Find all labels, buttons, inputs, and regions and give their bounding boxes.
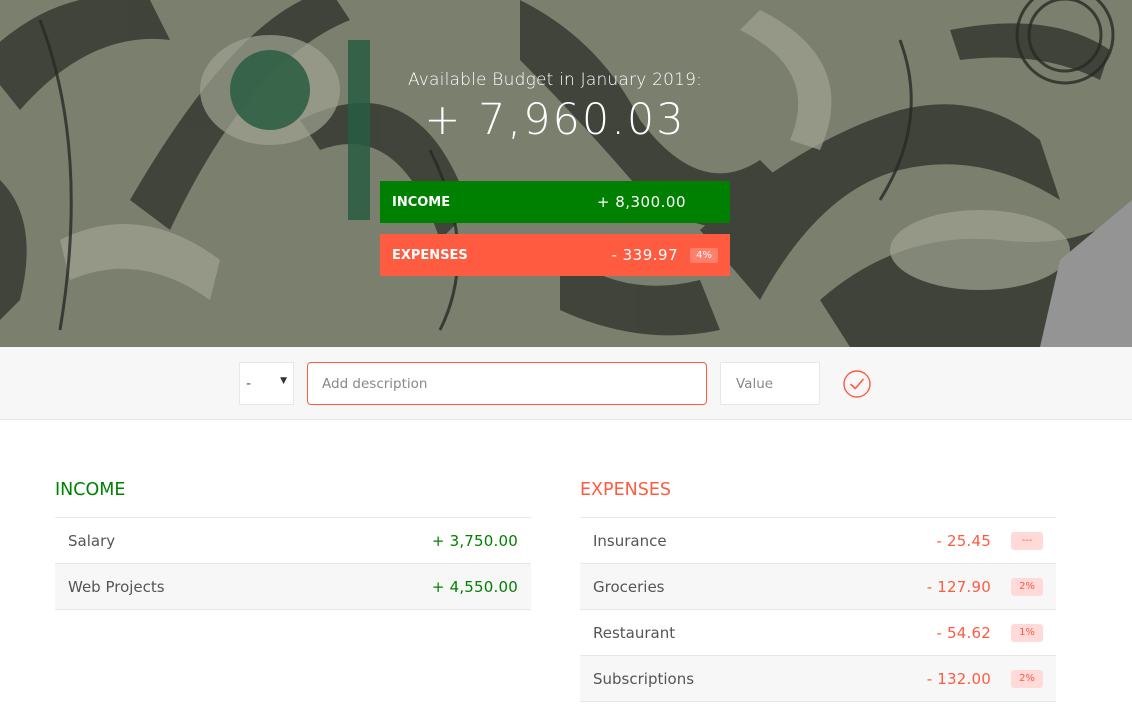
chevron-down-icon: ▼ xyxy=(280,376,287,386)
expenses-title: Expenses xyxy=(580,480,672,500)
income-summary-label: Income xyxy=(392,194,451,210)
type-select-value: - xyxy=(246,375,252,392)
item-percentage: 2% xyxy=(1011,669,1043,688)
budget-value: + 7,960.03 xyxy=(424,95,686,145)
income-summary: Income + 8,300.00 xyxy=(380,181,730,223)
description-input[interactable] xyxy=(307,362,707,405)
budget-header: Available Budget in January 2019: + 7,96… xyxy=(0,0,1132,347)
budget-title: Available Budget in January 2019: xyxy=(407,70,703,90)
income-item[interactable]: Web Projects + 4,550.00 xyxy=(55,564,531,610)
income-column: Income Salary + 3,750.00 Web Projects + … xyxy=(55,480,531,610)
expenses-summary-value: - 339.97 xyxy=(611,246,679,264)
expenses-summary-percentage: 4% xyxy=(690,247,718,263)
background-overlay xyxy=(0,0,1132,347)
item-value: - 127.90 xyxy=(926,577,991,596)
checkmark-circle-icon xyxy=(843,370,871,398)
item-description: Web Projects xyxy=(68,577,165,596)
item-description: Subscriptions xyxy=(593,669,695,688)
item-percentage: 1% xyxy=(1011,623,1043,642)
item-description: Insurance xyxy=(593,531,667,550)
item-percentage: --- xyxy=(1011,531,1043,550)
item-value: - 132.00 xyxy=(926,669,991,688)
expenses-summary: Expenses - 339.97 4% xyxy=(380,234,730,276)
expenses-column: Expenses Insurance - 25.45 --- Groceries… xyxy=(580,480,1056,702)
item-value: + 3,750.00 xyxy=(431,531,518,550)
item-value: + 4,550.00 xyxy=(431,577,518,596)
expense-item[interactable]: Groceries - 127.90 2% xyxy=(580,564,1056,610)
income-title: Income xyxy=(55,480,126,500)
income-item[interactable]: Salary + 3,750.00 xyxy=(55,518,531,564)
type-select[interactable]: - ▼ xyxy=(239,362,294,405)
expense-item[interactable]: Subscriptions - 132.00 2% xyxy=(580,656,1056,702)
income-list: Salary + 3,750.00 Web Projects + 4,550.0… xyxy=(55,517,531,610)
item-value: - 54.62 xyxy=(936,623,991,642)
item-description: Groceries xyxy=(593,577,665,596)
available-budget: Available Budget in January 2019: + 7,96… xyxy=(380,70,730,145)
value-input[interactable] xyxy=(720,362,820,405)
item-description: Restaurant xyxy=(593,623,676,642)
add-entry-bar: - ▼ xyxy=(0,347,1132,420)
item-percentage: 2% xyxy=(1011,577,1043,596)
item-value: - 25.45 xyxy=(936,531,991,550)
expense-item[interactable]: Restaurant - 54.62 1% xyxy=(580,610,1056,656)
item-description: Salary xyxy=(68,531,116,550)
expenses-list: Insurance - 25.45 --- Groceries - 127.90… xyxy=(580,517,1056,702)
income-summary-value: + 8,300.00 xyxy=(596,193,686,211)
expense-item[interactable]: Insurance - 25.45 --- xyxy=(580,518,1056,564)
add-button[interactable] xyxy=(843,370,871,398)
expenses-summary-label: Expenses xyxy=(392,247,468,263)
